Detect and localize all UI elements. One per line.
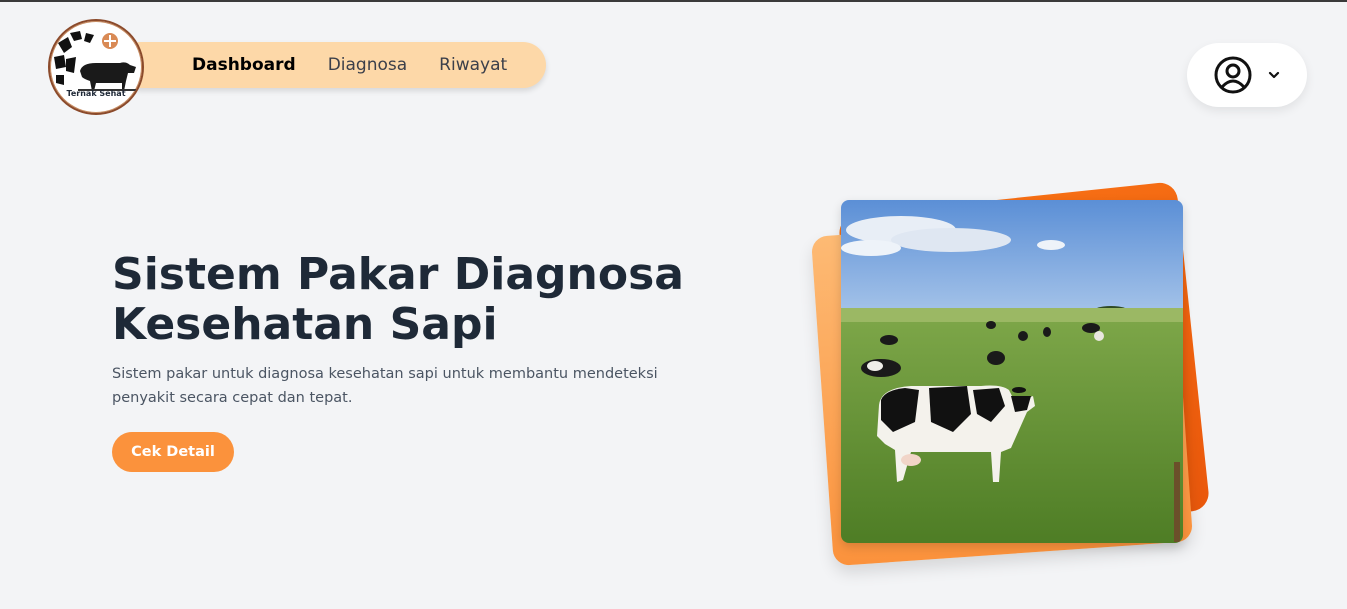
main-nav: Dashboard Diagnosa Riwayat: [118, 42, 546, 88]
cek-detail-button[interactable]: Cek Detail: [112, 432, 234, 472]
logo-text: Ternak Sehat: [66, 89, 126, 98]
hero-description-line1: Sistem pakar untuk diagnosa kesehatan sa…: [112, 366, 658, 382]
brand-logo[interactable]: Ternak Sehat: [48, 19, 144, 115]
hero-title-line1: Sistem Pakar Diagnosa: [112, 249, 684, 300]
hero-description-line2: penyakit secara cepat dan tepat.: [112, 390, 353, 406]
hero-cow-image: [841, 200, 1183, 543]
hero-title: Sistem Pakar Diagnosa Kesehatan Sapi: [112, 250, 712, 350]
nav-diagnosa[interactable]: Diagnosa: [328, 55, 407, 75]
nav-riwayat[interactable]: Riwayat: [439, 55, 507, 75]
hero-title-line2: Kesehatan Sapi: [112, 299, 498, 350]
nav-dashboard[interactable]: Dashboard: [192, 55, 296, 75]
profile-menu-button[interactable]: [1187, 43, 1307, 107]
cow-logo-icon: [54, 31, 136, 91]
user-circle-icon: [1214, 56, 1252, 94]
hero-description: Sistem pakar untuk diagnosa kesehatan sa…: [112, 362, 672, 410]
chevron-down-icon: [1268, 71, 1280, 79]
